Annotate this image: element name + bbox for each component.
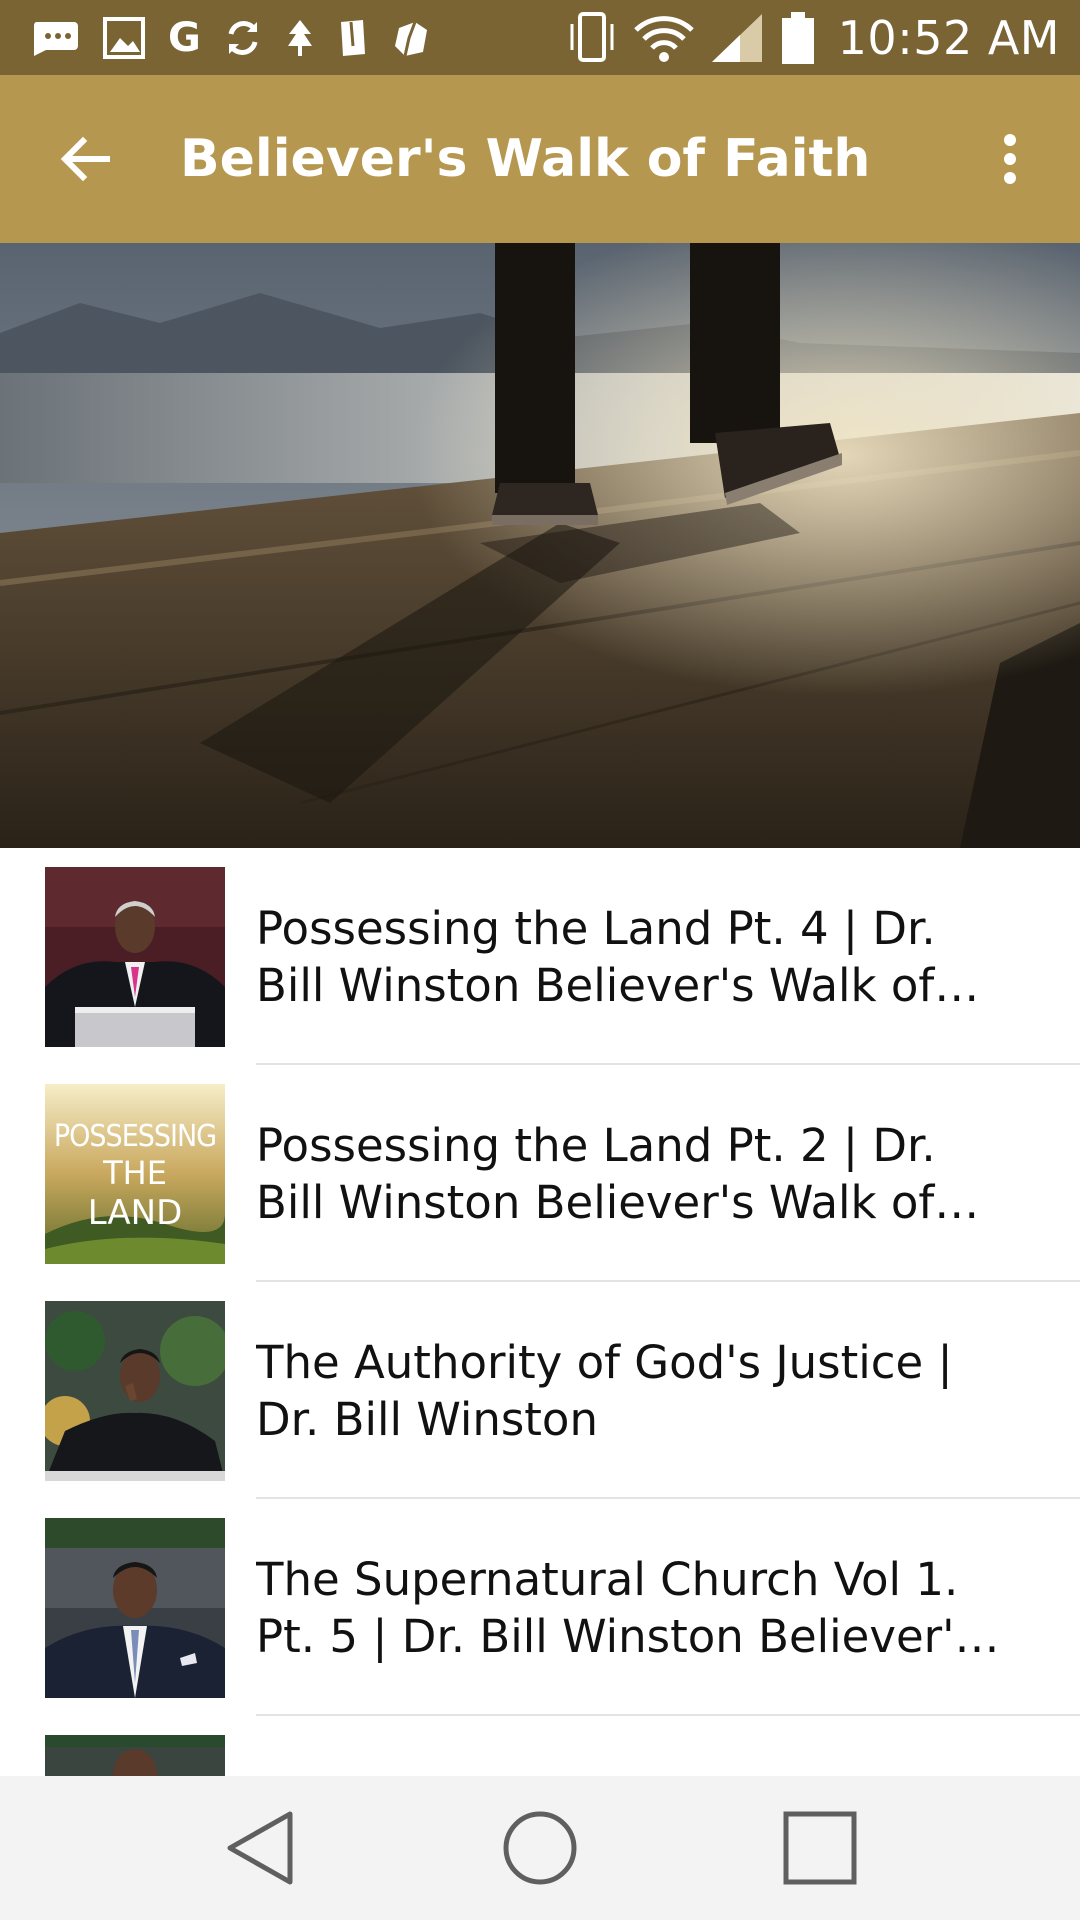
- status-time: 10:52 AM: [837, 10, 1060, 65]
- wifi-icon: [632, 12, 696, 64]
- google-icon: G: [168, 14, 201, 61]
- nav-recents-button[interactable]: [755, 1783, 885, 1913]
- nav-home-icon: [503, 1811, 577, 1885]
- video-thumbnail: [45, 1518, 225, 1698]
- video-title: The Supernatural Church Vol 1. Pt. 5 | D…: [256, 1552, 978, 1663]
- battery-icon: [780, 10, 816, 66]
- tree-icon: [285, 18, 315, 58]
- hero-image: [0, 243, 1080, 848]
- nav-back-button[interactable]: [195, 1783, 325, 1913]
- message-icon: [28, 18, 80, 58]
- overflow-menu-button[interactable]: [970, 104, 1050, 214]
- back-button[interactable]: [30, 104, 140, 214]
- list-item[interactable]: [0, 1716, 1080, 1776]
- arrow-back-icon: [60, 136, 110, 182]
- more-vert-icon: [1004, 134, 1016, 184]
- list-item[interactable]: The Authority of God's Justice | Dr. Bil…: [0, 1282, 1080, 1499]
- signal-icon: [710, 12, 766, 64]
- video-thumbnail: [45, 1301, 225, 1481]
- nav-recents-icon: [783, 1811, 857, 1885]
- list-item[interactable]: POSSESSING THE LAND Possessing the Land …: [0, 1065, 1080, 1282]
- notification-icons: G: [28, 16, 566, 60]
- thumbnail-text-line: LAND: [88, 1193, 183, 1233]
- nav-home-button[interactable]: [475, 1783, 605, 1913]
- nav-back-icon: [227, 1811, 293, 1885]
- video-title: Possessing the Land Pt. 2 | Dr. Bill Win…: [256, 1118, 936, 1229]
- video-thumbnail: [45, 867, 225, 1047]
- list-item[interactable]: The Supernatural Church Vol 1. Pt. 5 | D…: [0, 1499, 1080, 1716]
- app-bar: Believer's Walk of Faith: [0, 75, 1080, 243]
- list-item[interactable]: Possessing the Land Pt. 4 | Dr. Bill Win…: [0, 848, 1080, 1065]
- system-icons: 10:52 AM: [566, 10, 1060, 66]
- box-icon: [391, 18, 431, 58]
- video-title: Possessing the Land Pt. 4 | Dr. Bill Win…: [256, 901, 936, 1012]
- video-thumbnail: POSSESSING THE LAND: [45, 1084, 225, 1264]
- system-nav-bar: [0, 1776, 1080, 1920]
- video-list: Possessing the Land Pt. 4 | Dr. Bill Win…: [0, 848, 1080, 1776]
- video-title: The Authority of God's Justice | Dr. Bil…: [256, 1335, 953, 1446]
- image-icon: [102, 16, 146, 60]
- status-bar: G 10:52 AM: [0, 0, 1080, 75]
- page-title: Believer's Walk of Faith: [180, 129, 871, 189]
- sync-icon: [223, 18, 263, 58]
- bookmark-icon: [337, 18, 369, 58]
- thumbnail-text-line: THE: [102, 1154, 167, 1192]
- vibrate-icon: [566, 10, 618, 66]
- thumbnail-text-line: POSSESSING: [54, 1119, 216, 1154]
- video-thumbnail: [45, 1735, 225, 1776]
